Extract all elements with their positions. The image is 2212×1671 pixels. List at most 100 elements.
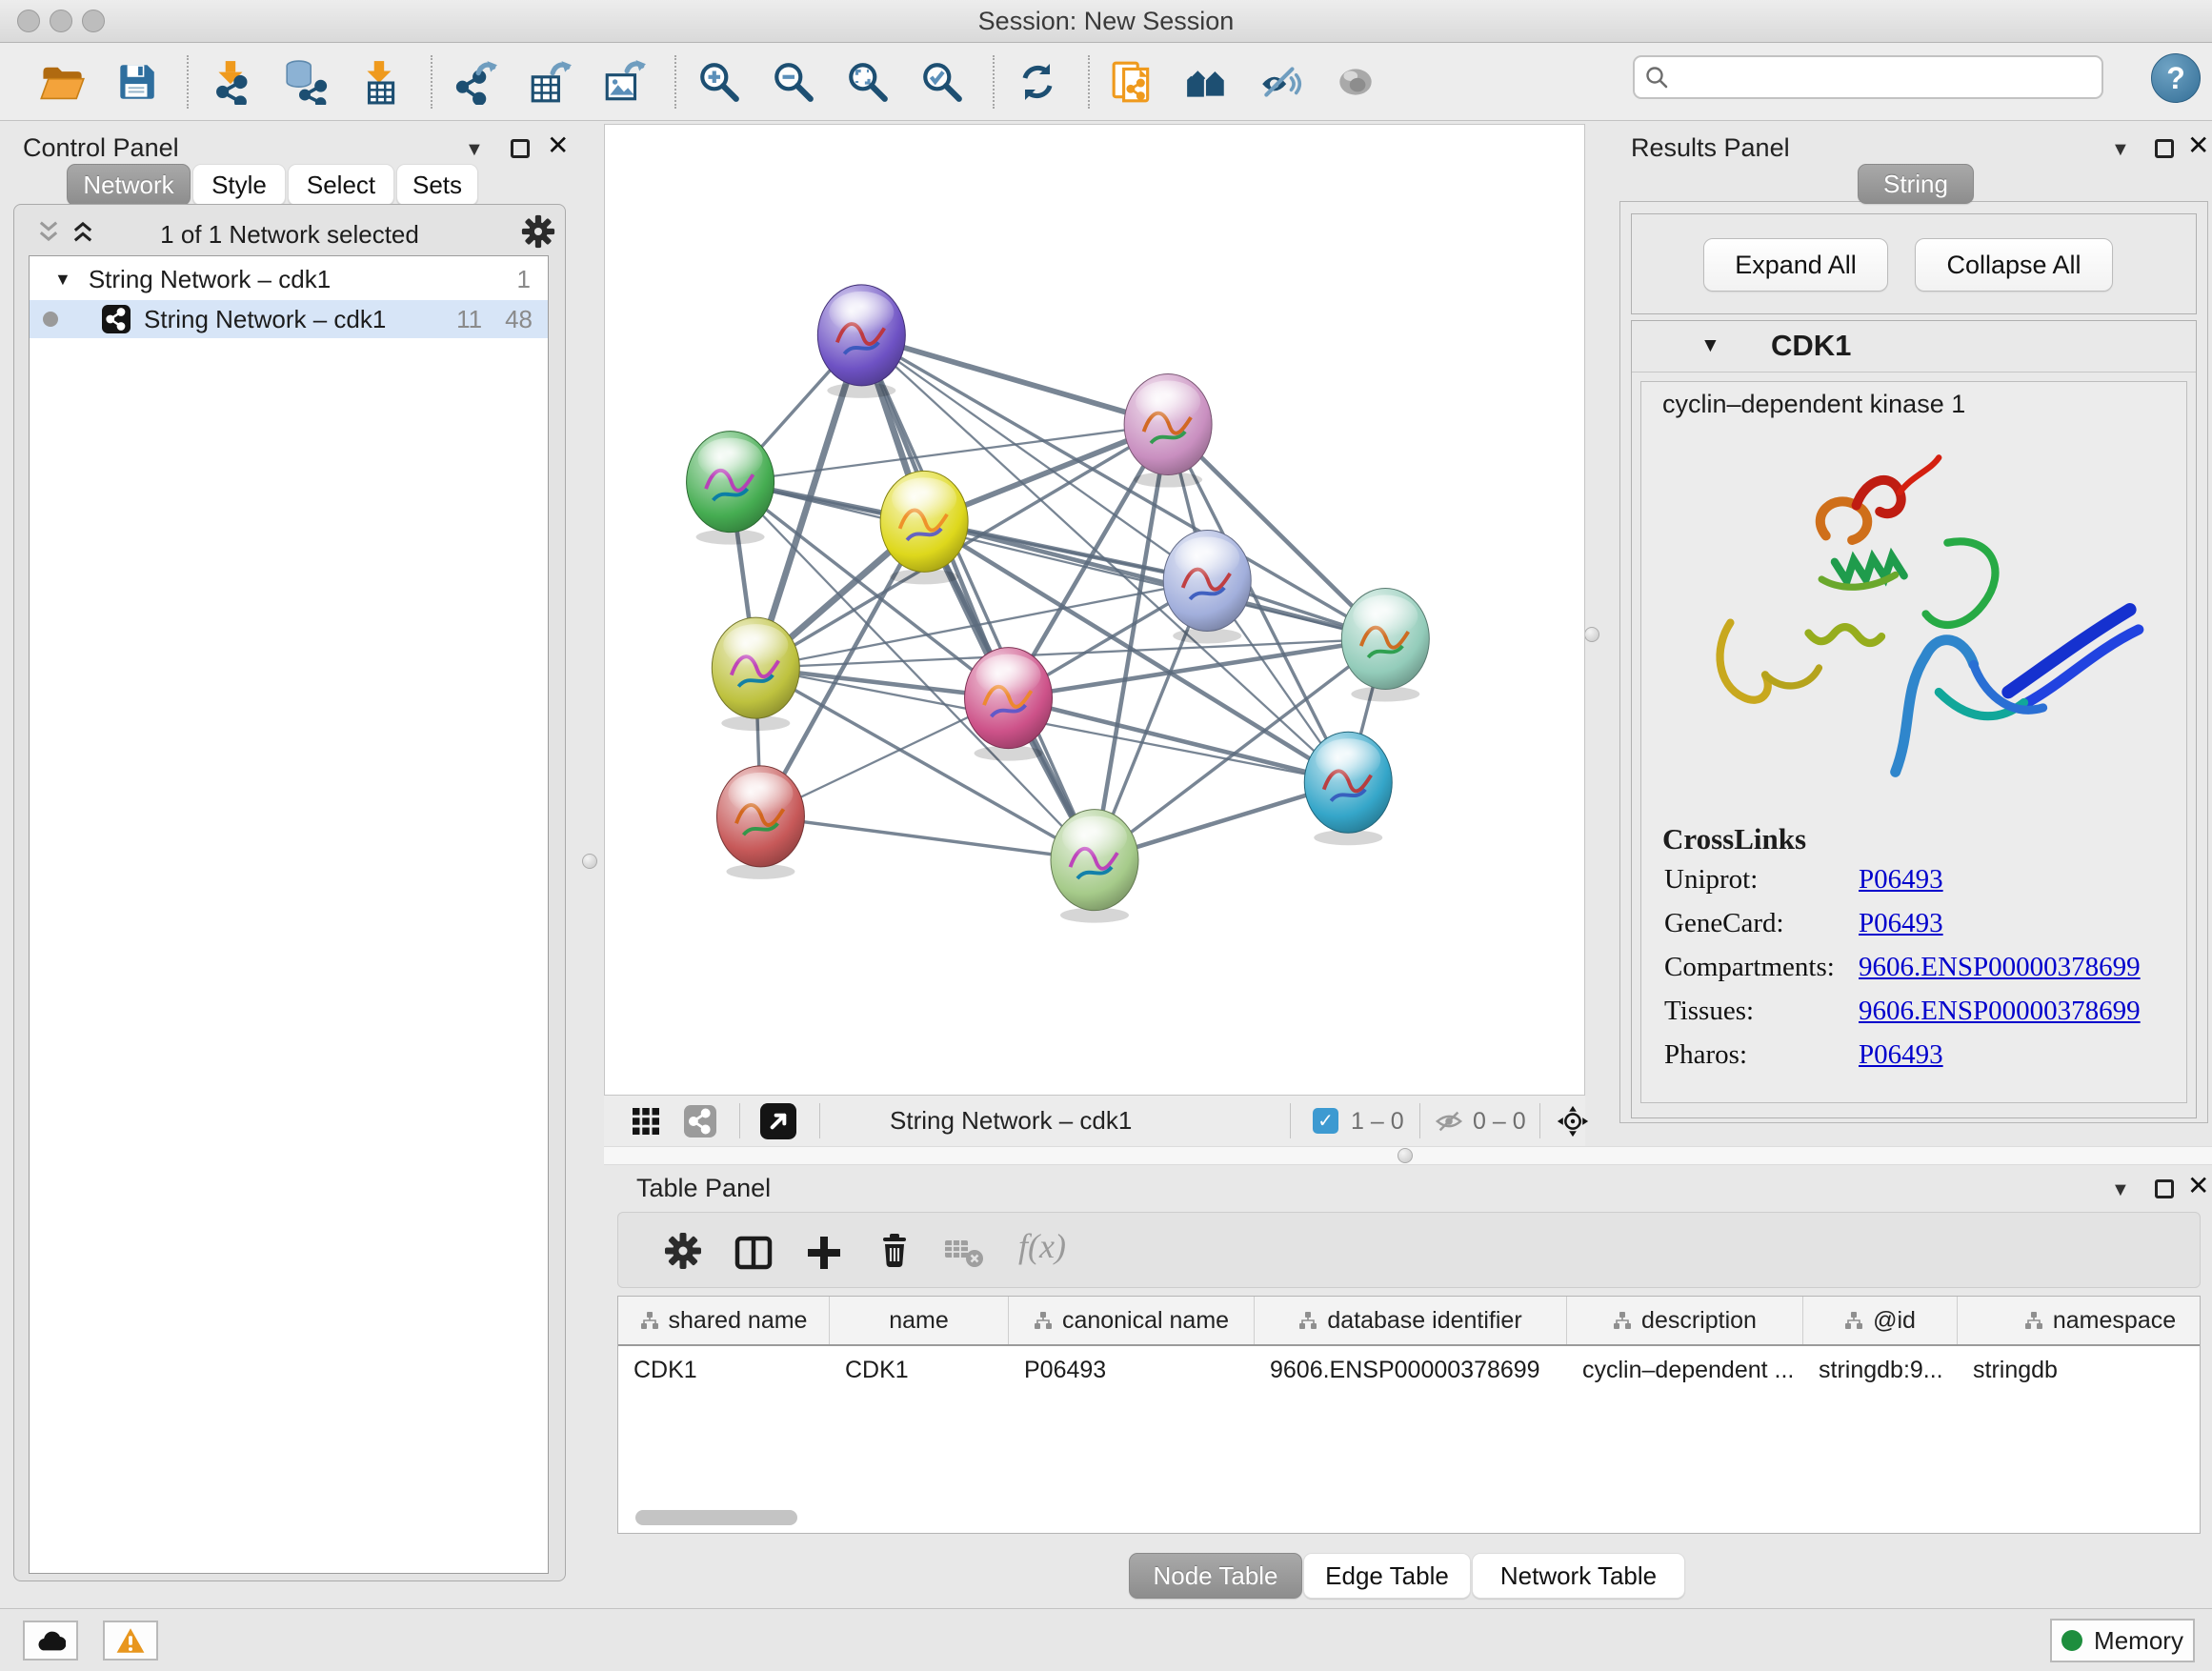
network-node-CCNB1[interactable]	[712, 617, 799, 731]
warning-status-button[interactable]	[103, 1621, 158, 1661]
expand-all-button[interactable]: Expand All	[1703, 238, 1888, 292]
tab-network-table[interactable]: Network Table	[1472, 1553, 1685, 1599]
results-panel-float-icon[interactable]	[2155, 139, 2174, 158]
protein-detail-box: cyclin–dependent kinase 1 CrossLinks	[1640, 381, 2187, 1103]
tab-string-results[interactable]: String	[1858, 164, 1974, 204]
export-image-icon[interactable]	[598, 56, 650, 108]
column-header-name[interactable]: name	[830, 1297, 1009, 1344]
crosslink-link[interactable]: P06493	[1859, 1039, 1943, 1071]
table-panel-menu-icon[interactable]: ▼	[2111, 1179, 2130, 1201]
table-cell[interactable]: 9606.ENSP00000378699	[1255, 1346, 1567, 1394]
export-network-icon[interactable]	[450, 56, 501, 108]
network-canvas[interactable]: CCNB2CCNA1CDC25BCDK1CDC6RB1CCNB1CCNA2CDK…	[604, 124, 1585, 1096]
zoom-selected-icon[interactable]	[916, 56, 968, 108]
fit-selected-crosshair-icon[interactable]	[1557, 1105, 1589, 1137]
help-button[interactable]: ?	[2151, 53, 2201, 103]
tab-node-table[interactable]: Node Table	[1129, 1553, 1302, 1599]
split-view-icon[interactable]	[734, 1234, 773, 1272]
network-row-label: String Network – cdk1	[144, 305, 386, 334]
table-cell[interactable]: cyclin–dependent ...	[1567, 1346, 1803, 1394]
control-panel-menu-icon[interactable]: ▼	[465, 139, 484, 161]
column-network-icon	[1613, 1311, 1632, 1330]
protein-description: cyclin–dependent kinase 1	[1662, 390, 1965, 419]
first-neighbors-icon[interactable]	[1181, 56, 1233, 108]
right-splitter-handle[interactable]	[1584, 627, 1599, 642]
open-session-icon[interactable]	[36, 56, 88, 108]
clone-network-icon[interactable]	[1107, 56, 1158, 108]
network-options-gear-icon[interactable]	[521, 214, 555, 249]
export-table-icon[interactable]	[524, 56, 575, 108]
zoom-in-icon[interactable]	[694, 56, 745, 108]
tab-sets[interactable]: Sets	[396, 164, 478, 206]
column-header-database-identifier[interactable]: database identifier	[1255, 1297, 1567, 1344]
tab-style[interactable]: Style	[192, 164, 286, 206]
memory-button[interactable]: Memory	[2050, 1619, 2195, 1662]
crosslink-link[interactable]: P06493	[1859, 864, 1943, 896]
table-panel-close-icon[interactable]: ✕	[2187, 1174, 2209, 1198]
delete-column-trash-icon[interactable]	[875, 1232, 914, 1270]
import-table-from-file-icon[interactable]	[354, 56, 406, 108]
crosslink-label: Compartments:	[1664, 952, 1835, 983]
control-panel-float-icon[interactable]	[511, 139, 530, 158]
column-header--id[interactable]: @id	[1803, 1297, 1958, 1344]
import-network-from-file-icon[interactable]	[206, 56, 257, 108]
save-session-icon[interactable]	[111, 56, 162, 108]
cloud-status-button[interactable]	[23, 1621, 78, 1661]
column-header-shared-name[interactable]: shared name	[618, 1297, 830, 1344]
table-cell[interactable]: stringdb	[1958, 1346, 2201, 1394]
table-cell[interactable]: CDK1	[618, 1346, 830, 1394]
horizontal-splitter-handle[interactable]	[1398, 1148, 1413, 1163]
protein-expander-icon[interactable]: ▼	[1700, 334, 1720, 357]
network-node-CDKN1A[interactable]	[1304, 732, 1392, 845]
birds-eye-view-icon[interactable]	[760, 1103, 796, 1139]
show-all-icon[interactable]	[1330, 56, 1381, 108]
network-row[interactable]: String Network – cdk1 11 48	[30, 300, 548, 338]
results-panel-menu-icon[interactable]: ▼	[2111, 139, 2130, 161]
zoom-out-icon[interactable]	[768, 56, 819, 108]
network-node-RB1[interactable]	[1341, 589, 1429, 702]
left-splitter-handle[interactable]	[582, 854, 597, 869]
collapse-all-button[interactable]: Collapse All	[1915, 238, 2113, 292]
crosslink-link[interactable]: P06493	[1859, 908, 1943, 939]
table-cell[interactable]: stringdb:9...	[1803, 1346, 1958, 1394]
table-row[interactable]: CDK1CDK1P064939606.ENSP00000378699cyclin…	[618, 1346, 2201, 1394]
selected-indicator-checkbox[interactable]: ✓	[1313, 1108, 1338, 1134]
network-edges	[731, 335, 1386, 860]
network-collection-row[interactable]: ▼ String Network – cdk1 1	[30, 260, 548, 298]
column-header-canonical-name[interactable]: canonical name	[1009, 1297, 1255, 1344]
search-input[interactable]	[1677, 62, 2092, 93]
table-horizontal-scrollbar[interactable]	[635, 1510, 797, 1525]
results-panel-close-icon[interactable]: ✕	[2187, 133, 2209, 158]
tab-edge-table[interactable]: Edge Table	[1303, 1553, 1471, 1599]
table-cell[interactable]: CDK1	[830, 1346, 1009, 1394]
grid-view-icon[interactable]	[633, 1108, 659, 1135]
collection-expander-icon[interactable]: ▼	[54, 270, 71, 290]
network-edge[interactable]	[861, 335, 1168, 425]
tab-network[interactable]: Network	[67, 164, 191, 206]
network-view-icon[interactable]	[684, 1105, 716, 1137]
control-panel-close-icon[interactable]: ✕	[547, 133, 569, 158]
protein-name: CDK1	[1771, 329, 1851, 363]
crosslink-link[interactable]: 9606.ENSP00000378699	[1859, 996, 2141, 1027]
network-node-CDC6[interactable]	[1163, 530, 1251, 643]
network-node-CCNA1[interactable]	[1124, 374, 1212, 488]
import-network-from-database-icon[interactable]	[280, 56, 332, 108]
network-node-CCNB2[interactable]	[817, 285, 905, 398]
table-cell[interactable]: P06493	[1009, 1346, 1255, 1394]
tab-select[interactable]: Select	[288, 164, 394, 206]
column-header-namespace[interactable]: namespace	[1958, 1297, 2201, 1344]
hide-selected-icon[interactable]	[1256, 56, 1307, 108]
refresh-view-icon[interactable]	[1012, 56, 1063, 108]
crosslink-link[interactable]: 9606.ENSP00000378699	[1859, 952, 2141, 983]
column-header-description[interactable]: description	[1567, 1297, 1803, 1344]
create-column-plus-icon[interactable]	[805, 1234, 843, 1272]
table-settings-gear-icon[interactable]	[664, 1232, 702, 1270]
table-panel-float-icon[interactable]	[2155, 1179, 2174, 1198]
network-edge[interactable]	[861, 335, 1095, 860]
network-edge[interactable]	[760, 816, 1095, 860]
network-node-CDC25B[interactable]	[687, 432, 774, 545]
zoom-fit-content-icon[interactable]	[842, 56, 894, 108]
network-node-HIST1H1A[interactable]	[716, 766, 804, 879]
protein-section-header[interactable]: ▼ CDK1	[1632, 321, 2196, 372]
network-node-CCNE1[interactable]	[1051, 810, 1138, 923]
